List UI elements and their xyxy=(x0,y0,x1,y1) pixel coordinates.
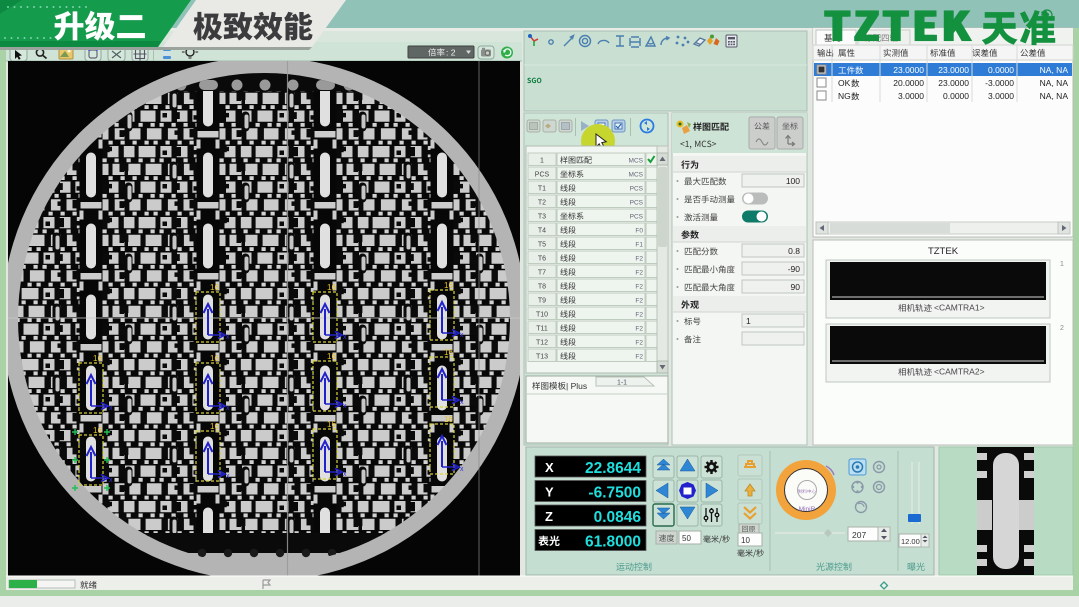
svg-text:1-1: 1-1 xyxy=(617,380,627,387)
svg-text:T8: T8 xyxy=(538,284,546,291)
svg-text:OK: OK xyxy=(838,78,851,88)
svg-text:x: x xyxy=(343,334,347,341)
svg-text:X: X xyxy=(545,460,554,475)
svg-text:2: 2 xyxy=(1060,325,1064,332)
svg-text:0.0000: 0.0000 xyxy=(988,65,1014,75)
svg-text:NA, NA: NA, NA xyxy=(1040,78,1069,88)
svg-text:207: 207 xyxy=(852,530,866,540)
svg-text:16: 16 xyxy=(210,283,219,292)
svg-text:x: x xyxy=(226,473,230,480)
svg-text:0.8: 0.8 xyxy=(788,246,800,256)
svg-text:x: x xyxy=(226,405,230,412)
svg-text:x: x xyxy=(226,334,230,341)
svg-text:| Plus: | Plus xyxy=(566,381,587,391)
svg-text:<CAMTRA2>: <CAMTRA2> xyxy=(934,367,985,377)
svg-text:x: x xyxy=(109,405,113,412)
svg-text:F2: F2 xyxy=(635,354,643,361)
svg-text:MCS: MCS xyxy=(629,172,644,179)
svg-text:F2: F2 xyxy=(635,340,643,347)
svg-text:T6: T6 xyxy=(538,256,546,263)
svg-text:12.00: 12.00 xyxy=(901,537,920,546)
svg-text:0.0846: 0.0846 xyxy=(594,509,642,526)
svg-text:F2: F2 xyxy=(635,284,643,291)
svg-text:16: 16 xyxy=(444,281,453,290)
svg-text:T7: T7 xyxy=(538,270,546,277)
svg-text:22.8644: 22.8644 xyxy=(585,460,641,477)
svg-text:T1: T1 xyxy=(538,186,546,193)
svg-text:PCS: PCS xyxy=(630,200,644,207)
svg-text:16: 16 xyxy=(327,283,336,292)
svg-text:T5: T5 xyxy=(538,242,546,249)
svg-text:16: 16 xyxy=(210,422,219,431)
svg-text:T11: T11 xyxy=(536,326,548,333)
svg-text:T9: T9 xyxy=(538,298,546,305)
svg-text:0.0000: 0.0000 xyxy=(943,91,969,101)
svg-text:F2: F2 xyxy=(635,298,643,305)
svg-text:-6.7500: -6.7500 xyxy=(588,485,641,502)
svg-text:F2: F2 xyxy=(635,326,643,333)
svg-text:T4: T4 xyxy=(538,228,546,235)
svg-text:-3.0000: -3.0000 xyxy=(985,78,1014,88)
svg-text:F2: F2 xyxy=(635,256,643,263)
svg-text:3.0000: 3.0000 xyxy=(898,91,924,101)
svg-text:16: 16 xyxy=(327,352,336,361)
svg-text:Z: Z xyxy=(545,509,553,524)
svg-text:MiniR: MiniR xyxy=(799,506,816,513)
svg-text:x: x xyxy=(460,399,464,406)
svg-text:NG: NG xyxy=(838,91,851,101)
svg-text:x: x xyxy=(343,403,347,410)
svg-text:T12: T12 xyxy=(536,340,548,347)
svg-text:NA, NA: NA, NA xyxy=(1040,65,1069,75)
svg-text:F2: F2 xyxy=(635,270,643,277)
svg-text:T3: T3 xyxy=(538,214,546,221)
svg-text:: 2: : 2 xyxy=(446,48,456,58)
svg-text:T10: T10 xyxy=(536,312,548,319)
svg-text:x: x xyxy=(343,471,347,478)
svg-text:10: 10 xyxy=(741,536,750,545)
svg-text:1: 1 xyxy=(746,316,751,326)
svg-text:<CAMTRA1>: <CAMTRA1> xyxy=(934,303,985,313)
svg-text:23.0000: 23.0000 xyxy=(938,78,969,88)
svg-text:x: x xyxy=(460,466,464,473)
svg-text:PCS: PCS xyxy=(535,172,550,179)
svg-text:R: R xyxy=(1044,13,1049,20)
svg-text:PCS: PCS xyxy=(630,214,644,221)
svg-text:16: 16 xyxy=(444,415,453,424)
svg-text:50: 50 xyxy=(682,534,691,543)
svg-text:1: 1 xyxy=(540,158,544,165)
svg-text:NA, NA: NA, NA xyxy=(1040,91,1069,101)
svg-text:3.0000: 3.0000 xyxy=(988,91,1014,101)
svg-text:23.0000: 23.0000 xyxy=(938,65,969,75)
svg-text:PCS: PCS xyxy=(630,186,644,193)
svg-text:TZTEK: TZTEK xyxy=(928,246,959,257)
svg-text:x: x xyxy=(109,477,113,484)
svg-text:100: 100 xyxy=(786,176,800,186)
svg-text:16: 16 xyxy=(93,426,102,435)
svg-text:16: 16 xyxy=(210,354,219,363)
svg-text:90: 90 xyxy=(791,282,801,292)
svg-text:23.0000: 23.0000 xyxy=(893,65,924,75)
svg-text:F1: F1 xyxy=(635,242,643,249)
svg-text:T2: T2 xyxy=(538,200,546,207)
svg-text:16: 16 xyxy=(327,420,336,429)
svg-text:T13: T13 xyxy=(536,354,548,361)
svg-text:20.0000: 20.0000 xyxy=(893,78,924,88)
svg-text:x: x xyxy=(460,332,464,339)
svg-text:61.8000: 61.8000 xyxy=(585,534,641,551)
svg-text:-90: -90 xyxy=(788,264,801,274)
svg-text:MCS: MCS xyxy=(629,158,644,165)
svg-text:16: 16 xyxy=(93,354,102,363)
svg-text:F0: F0 xyxy=(635,228,643,235)
svg-text:F2: F2 xyxy=(635,312,643,319)
svg-text:Y: Y xyxy=(545,485,554,500)
svg-text:16: 16 xyxy=(444,348,453,357)
svg-text:1: 1 xyxy=(1060,261,1064,268)
